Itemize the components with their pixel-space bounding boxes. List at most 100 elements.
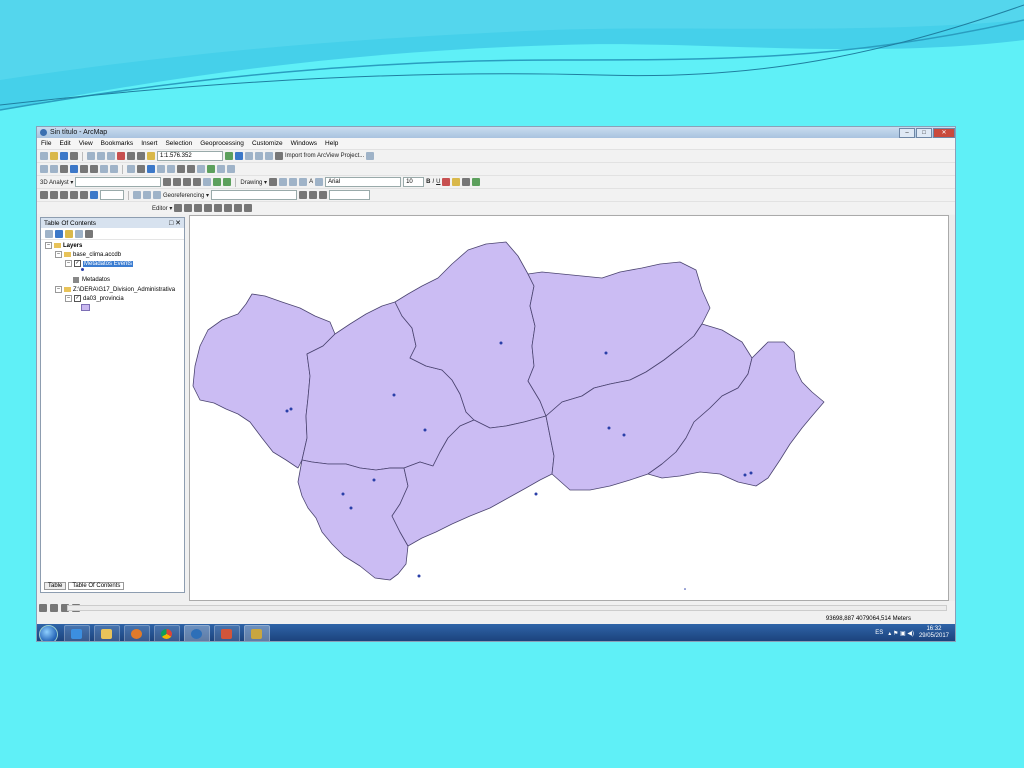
layout-tool-icon[interactable] bbox=[153, 191, 161, 199]
select-features-icon[interactable] bbox=[127, 165, 135, 173]
zoom-in-icon[interactable] bbox=[40, 165, 48, 173]
station-point[interactable] bbox=[607, 426, 611, 430]
station-point[interactable] bbox=[341, 492, 345, 496]
layout-color-icon[interactable] bbox=[90, 191, 98, 199]
menu-bookmarks[interactable]: Bookmarks bbox=[97, 140, 138, 147]
collapse-icon[interactable]: – bbox=[55, 286, 62, 293]
underline-button[interactable]: U bbox=[436, 179, 440, 185]
start-button[interactable] bbox=[39, 625, 58, 641]
station-point[interactable] bbox=[289, 407, 293, 411]
arcglobe-icon[interactable] bbox=[223, 178, 232, 186]
toc-item-metadatos[interactable]: Metadatos bbox=[73, 277, 110, 283]
drawing-menu[interactable]: Drawing ▾ bbox=[240, 179, 267, 186]
taskbar-media[interactable] bbox=[124, 625, 150, 641]
layout-view-icon[interactable] bbox=[50, 604, 58, 612]
toc-header-buttons[interactable]: □ ✕ bbox=[169, 219, 184, 227]
menu-file[interactable]: File bbox=[37, 140, 55, 147]
font-color-icon[interactable] bbox=[442, 178, 451, 186]
edit-tool-icon[interactable] bbox=[214, 204, 223, 212]
georef-layer-combo[interactable] bbox=[211, 190, 298, 200]
rotate-icon[interactable] bbox=[279, 178, 288, 186]
3d-tool-icon[interactable] bbox=[193, 178, 202, 186]
taskbar-arcmap[interactable] bbox=[244, 625, 270, 641]
georef-tool-icon[interactable] bbox=[299, 191, 308, 199]
edit-tool-icon[interactable] bbox=[194, 204, 203, 212]
georef-tool-icon[interactable] bbox=[309, 191, 318, 199]
back-icon[interactable] bbox=[100, 165, 108, 173]
editor-toolbar-icon[interactable] bbox=[225, 152, 233, 160]
taskbar-ie[interactable] bbox=[64, 625, 90, 641]
edit-tool-icon[interactable] bbox=[174, 204, 183, 212]
close-button[interactable]: ✕ bbox=[933, 128, 955, 138]
edit-tool-icon[interactable] bbox=[204, 204, 213, 212]
station-point[interactable] bbox=[622, 433, 626, 437]
select-pointer-icon[interactable] bbox=[269, 178, 278, 186]
layout-actual-icon[interactable] bbox=[80, 191, 88, 199]
toc-item-metadatos-events[interactable]: – ✓ Metadatos Events bbox=[65, 260, 134, 267]
layout-tool-icon[interactable] bbox=[143, 191, 151, 199]
font-size-combo[interactable]: 10 bbox=[403, 177, 425, 187]
georef-value-field[interactable] bbox=[329, 190, 371, 200]
3d-tool-icon[interactable] bbox=[163, 178, 172, 186]
rectangle-icon[interactable] bbox=[299, 178, 308, 186]
layout-zoom-icon[interactable] bbox=[40, 191, 48, 199]
toc-item-provincia[interactable]: – ✓ da03_provincia bbox=[65, 295, 124, 302]
text-tool-icon[interactable]: A bbox=[309, 179, 313, 185]
find-route-icon[interactable] bbox=[197, 165, 205, 173]
undo-icon[interactable] bbox=[127, 152, 135, 160]
edit-tool-icon[interactable] bbox=[244, 204, 253, 212]
full-extent-icon[interactable] bbox=[70, 165, 78, 173]
taskbar-powerpoint[interactable] bbox=[214, 625, 240, 641]
collapse-icon[interactable]: – bbox=[65, 260, 72, 267]
horizontal-scrollbar[interactable] bbox=[67, 605, 947, 611]
layer-visibility-checkbox[interactable]: ✓ bbox=[74, 260, 81, 267]
copy-icon[interactable] bbox=[97, 152, 105, 160]
layer-visibility-checkbox[interactable]: ✓ bbox=[74, 295, 81, 302]
3d-tool-icon[interactable] bbox=[173, 178, 182, 186]
tab-table-of-contents[interactable]: Table Of Contents bbox=[68, 582, 125, 590]
marker-color-icon[interactable] bbox=[472, 178, 481, 186]
data-view-icon[interactable] bbox=[39, 604, 47, 612]
maximize-button[interactable]: □ bbox=[916, 128, 932, 138]
import-arcview-button[interactable]: Import from ArcView Project... bbox=[285, 153, 364, 159]
menu-help[interactable]: Help bbox=[321, 140, 342, 147]
fixed-zoom-in-icon[interactable] bbox=[80, 165, 88, 173]
taskbar-chrome[interactable] bbox=[154, 625, 180, 641]
tab-table[interactable]: Table bbox=[44, 582, 67, 590]
list-by-drawing-order-icon[interactable] bbox=[45, 229, 53, 238]
print-icon[interactable] bbox=[70, 152, 78, 160]
forward-icon[interactable] bbox=[110, 165, 118, 173]
edit-tool-icon[interactable] bbox=[184, 204, 193, 212]
collapse-icon[interactable]: – bbox=[65, 295, 72, 302]
html-popup-icon[interactable] bbox=[167, 165, 175, 173]
search-window-icon[interactable] bbox=[255, 152, 263, 160]
list-by-visibility-icon[interactable] bbox=[65, 229, 73, 238]
menu-edit[interactable]: Edit bbox=[55, 140, 74, 147]
editor-menu[interactable]: Editor ▾ bbox=[152, 205, 172, 212]
menu-windows[interactable]: Windows bbox=[287, 140, 321, 147]
language-indicator[interactable]: ES bbox=[875, 630, 883, 636]
edit-vertices-icon[interactable] bbox=[315, 178, 324, 186]
layout-tool-icon[interactable] bbox=[133, 191, 141, 199]
open-icon[interactable] bbox=[50, 152, 58, 160]
station-point[interactable] bbox=[684, 588, 686, 590]
go-to-xy-icon[interactable] bbox=[207, 165, 215, 173]
station-point[interactable] bbox=[423, 428, 427, 432]
station-point[interactable] bbox=[285, 409, 289, 413]
tray-icons[interactable]: ▴ ⚑ ▣ ◀) bbox=[888, 630, 914, 637]
bold-button[interactable]: B bbox=[426, 179, 430, 185]
fixed-zoom-out-icon[interactable] bbox=[90, 165, 98, 173]
list-by-source-icon[interactable] bbox=[55, 229, 63, 238]
options-icon[interactable] bbox=[85, 229, 93, 238]
italic-button[interactable]: I bbox=[432, 179, 434, 185]
station-point[interactable] bbox=[749, 471, 753, 475]
save-icon[interactable] bbox=[60, 152, 68, 160]
map-canvas[interactable] bbox=[190, 216, 950, 602]
create-viewer-icon[interactable] bbox=[227, 165, 235, 173]
line-color-icon[interactable] bbox=[462, 178, 471, 186]
toc-layers-root[interactable]: – Layers bbox=[45, 242, 82, 249]
clock[interactable]: 16:32 29/05/2017 bbox=[919, 626, 949, 640]
collapse-icon[interactable]: – bbox=[55, 251, 62, 258]
measure-icon[interactable] bbox=[177, 165, 185, 173]
delete-icon[interactable] bbox=[117, 152, 125, 160]
